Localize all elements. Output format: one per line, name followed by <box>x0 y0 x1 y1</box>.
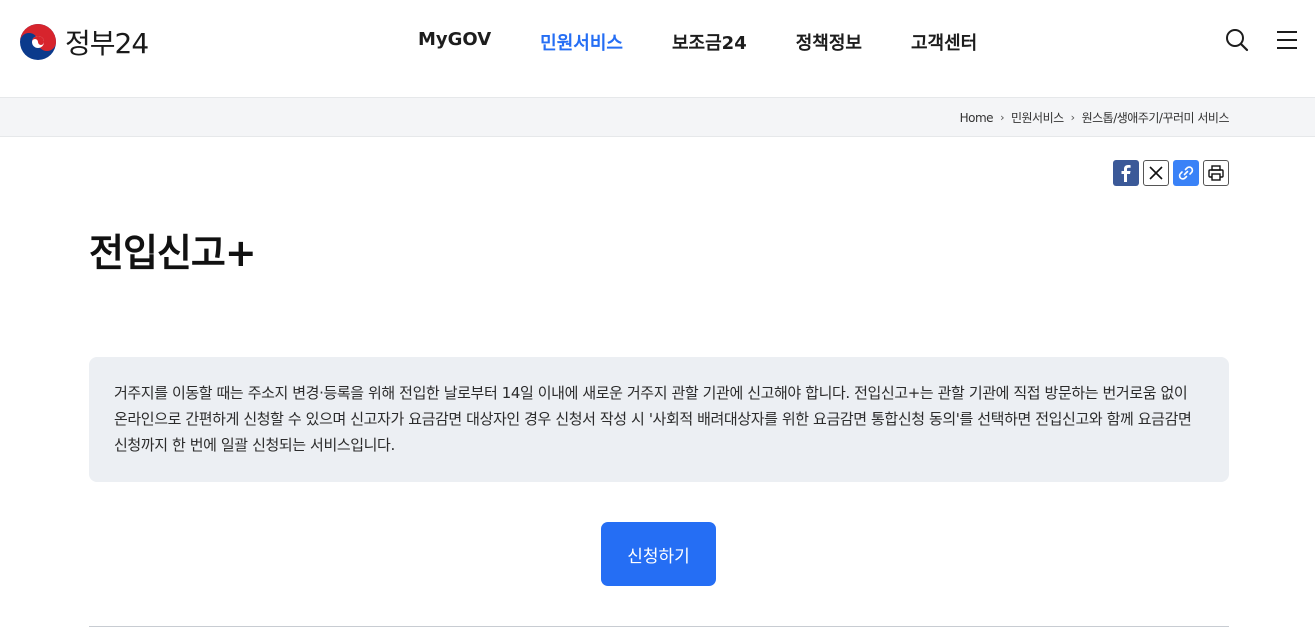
print-icon <box>1208 165 1224 181</box>
breadcrumb-civil-service[interactable]: 민원서비스 <box>1011 109 1064 126</box>
x-share-button[interactable] <box>1143 160 1169 186</box>
taegeuk-logo-icon <box>20 24 56 60</box>
nav-item-customer-center[interactable]: 고객센터 <box>911 29 977 55</box>
main-nav: MyGOV 민원서비스 보조금24 정책정보 고객센터 <box>418 29 1026 55</box>
breadcrumb-home[interactable]: Home <box>960 111 994 125</box>
copy-link-button[interactable] <box>1173 160 1199 186</box>
chevron-right-icon: › <box>1000 111 1004 124</box>
nav-item-subsidy24[interactable]: 보조금24 <box>672 29 747 55</box>
service-description-box: 거주지를 이동할 때는 주소지 변경·등록을 위해 전입한 날로부터 14일 이… <box>89 357 1229 482</box>
link-icon <box>1178 166 1194 180</box>
breadcrumb-onestop[interactable]: 원스톱/생애주기/꾸러미 서비스 <box>1082 109 1230 126</box>
x-icon <box>1149 166 1163 180</box>
nav-item-civil-service[interactable]: 민원서비스 <box>540 29 623 55</box>
site-logo[interactable]: 정부24 <box>19 22 149 62</box>
print-button[interactable] <box>1203 160 1229 186</box>
search-icon[interactable] <box>1225 28 1249 52</box>
service-description: 거주지를 이동할 때는 주소지 변경·등록을 위해 전입한 날로부터 14일 이… <box>114 384 1192 454</box>
page-title: 전입신고+ <box>89 231 257 275</box>
apply-button[interactable]: 신청하기 <box>601 522 716 586</box>
breadcrumb: Home › 민원서비스 › 원스톱/생애주기/꾸러미 서비스 <box>960 109 1230 126</box>
site-header: 정부24 MyGOV 민원서비스 보조금24 정책정보 고객센터 <box>0 0 1315 97</box>
breadcrumb-bar: Home › 민원서비스 › 원스톱/생애주기/꾸러미 서비스 <box>0 97 1315 137</box>
divider <box>89 626 1229 627</box>
logo-text: 정부24 <box>65 27 149 60</box>
facebook-share-button[interactable] <box>1113 160 1139 186</box>
nav-item-mygov[interactable]: MyGOV <box>418 29 491 55</box>
share-toolbar <box>1113 160 1229 186</box>
menu-icon[interactable] <box>1275 28 1299 52</box>
chevron-right-icon: › <box>1070 111 1075 124</box>
header-actions <box>1225 28 1299 52</box>
facebook-icon <box>1121 165 1131 182</box>
nav-item-policy-info[interactable]: 정책정보 <box>796 29 862 55</box>
